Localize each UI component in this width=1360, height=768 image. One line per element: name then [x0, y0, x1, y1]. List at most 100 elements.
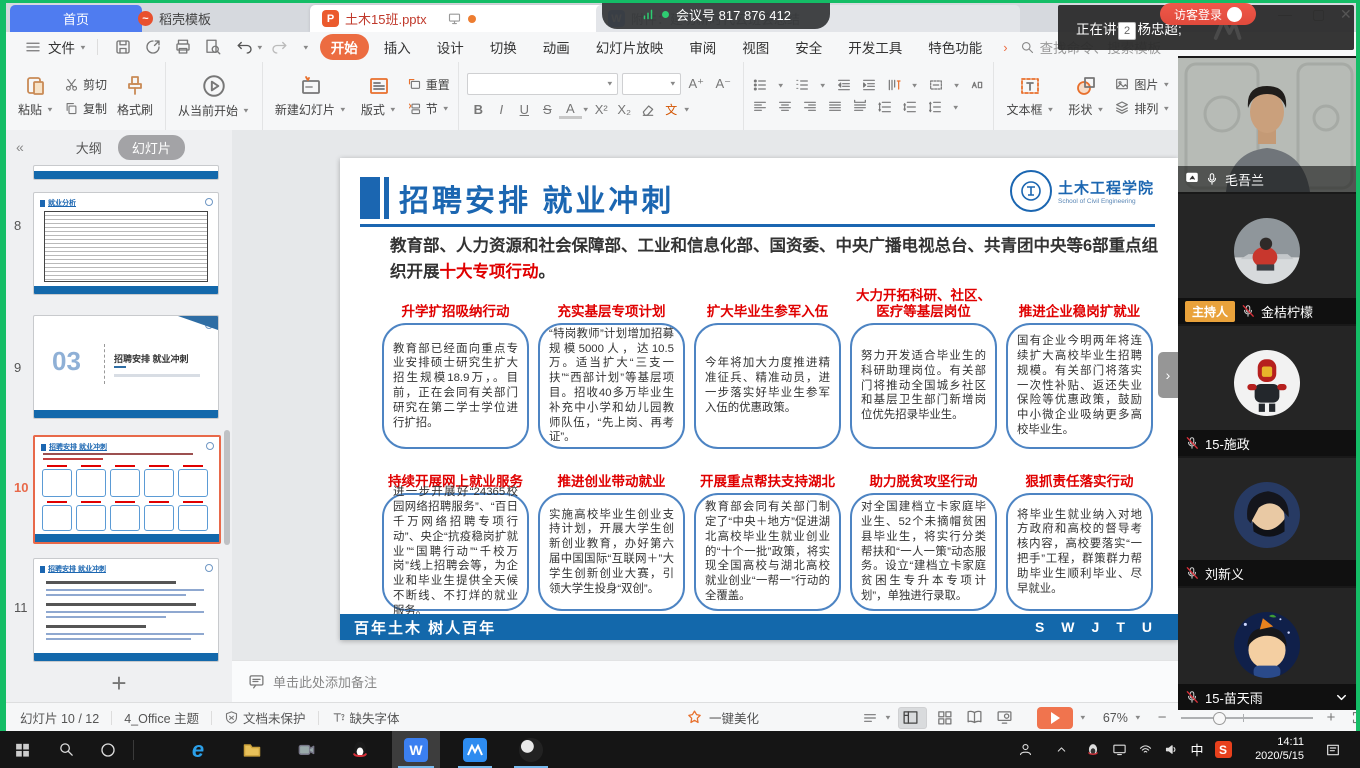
play-from-current-button[interactable]: 从当前开始▼ [174, 73, 254, 119]
tray-volume-icon[interactable] [1158, 731, 1184, 768]
action-box[interactable]: 升学扩招吸纳行动 教育部已经面向重点专业安排硕士研究生扩大招生规模18.9万，。… [382, 286, 529, 449]
file-explorer-button[interactable] [230, 731, 274, 768]
eraser-icon[interactable] [640, 102, 656, 118]
slide-title[interactable]: 招聘安排 就业冲刺 [399, 176, 674, 220]
zoom-slider-handle[interactable] [1213, 712, 1226, 725]
ime-indicator[interactable]: 中 [1184, 731, 1210, 768]
slide-sorter-button[interactable] [933, 708, 957, 728]
underline-button[interactable]: U [513, 100, 536, 120]
tray-expand-button[interactable] [1048, 731, 1074, 768]
browser-app-button[interactable] [508, 731, 554, 768]
noteslist-icon[interactable] [862, 710, 878, 726]
ribbon-tab-幻灯片放映[interactable]: 幻灯片放映 [585, 34, 675, 60]
ribbon-tab-设计[interactable]: 设计 [426, 34, 475, 60]
textbox-button[interactable]: 文本框▼ [1002, 74, 1058, 118]
ribbon-tab-审阅[interactable]: 审阅 [678, 34, 727, 60]
ribbon-tab-安全[interactable]: 安全 [784, 34, 833, 60]
strikethrough-button[interactable]: S [536, 100, 559, 120]
ad-icon[interactable] [852, 99, 868, 115]
shapes-button[interactable]: 形状▼ [1064, 74, 1108, 118]
more-tabs-icon[interactable]: › [1003, 40, 1007, 55]
nlist-icon[interactable] [794, 77, 810, 93]
ribbon-tab-特色功能[interactable]: 特色功能 [917, 34, 993, 60]
slideshow-play-button[interactable] [1037, 707, 1073, 729]
window-count-badge[interactable]: 2 [1118, 22, 1136, 40]
cut-button[interactable]: 剪切 [64, 76, 107, 93]
chevron-down-icon[interactable] [1334, 690, 1349, 705]
ribbon-tab-视图[interactable]: 视图 [731, 34, 780, 60]
preview-icon[interactable] [204, 38, 222, 56]
tray-people-button[interactable] [1010, 731, 1040, 768]
indl-icon[interactable] [836, 77, 852, 93]
guest-login-button[interactable]: 访客登录 [1160, 3, 1256, 25]
action-box[interactable]: 持续开展网上就业服务 进一步开展好“24365校园网络招聘服务”、“百日千万网络… [382, 456, 529, 611]
intro-text[interactable]: 教育部、人力资源和社会保障部、工业和信息化部、国资委、中央广播电视总台、共青团中… [390, 234, 1162, 285]
thumbnail-slide-11[interactable]: 招聘安排 就业冲刺 [33, 558, 219, 662]
bold-button[interactable]: B [467, 100, 490, 120]
ar-icon[interactable] [802, 99, 818, 115]
paste-button[interactable]: 粘贴▼ [14, 74, 58, 118]
normal-view-button[interactable] [898, 707, 927, 729]
ribbon-tab-开始[interactable]: 开始 [320, 34, 369, 60]
ribbon-tab-切换[interactable]: 切换 [479, 34, 528, 60]
file-menu[interactable]: 文件 [48, 37, 75, 57]
notification-center-button[interactable] [1316, 731, 1350, 768]
taskbar-search-button[interactable] [46, 731, 86, 768]
qq-button[interactable] [338, 731, 382, 768]
school-logo[interactable]: 土木工程学院 School of Civil Engineering [1010, 170, 1154, 212]
protection-status[interactable]: 文档未保护 [243, 708, 306, 727]
ud2-icon[interactable] [902, 99, 918, 115]
superscript-button[interactable]: X² [590, 100, 613, 120]
section-button[interactable]: 节▼ [407, 100, 450, 117]
indr-icon[interactable] [861, 77, 877, 93]
increase-font-button[interactable]: A⁺ [685, 74, 708, 94]
ribbon-tab-动画[interactable]: 动画 [532, 34, 581, 60]
format-painter-button[interactable]: 格式刷 [113, 74, 157, 118]
presenter-view-button[interactable] [993, 708, 1017, 728]
expand-panel-button[interactable]: › [1158, 352, 1178, 398]
edge-button[interactable]: e [176, 731, 220, 768]
undo-icon[interactable] [236, 38, 254, 56]
picture-button[interactable]: 图片▼ [1114, 76, 1170, 93]
thumbnail-slide-9[interactable]: 03 招聘安排 就业冲刺 [33, 315, 219, 419]
thumbnail-slide-8[interactable]: 就业分析 [33, 192, 219, 295]
taskbar-clock[interactable]: 14:11 2020/5/15 [1255, 735, 1304, 764]
decrease-font-button[interactable]: A⁻ [712, 74, 735, 94]
tray-qq-icon[interactable] [1080, 731, 1106, 768]
aj-icon[interactable] [827, 99, 843, 115]
tdir-icon[interactable] [886, 77, 902, 93]
tab-docer[interactable]: ~ 稻壳模板 [126, 5, 326, 32]
participant-tile[interactable]: 15-施政 [1178, 324, 1356, 456]
action-box[interactable]: 狠抓责任落实行动 将毕业生就业纳入对地方政府和高校的督导考核内容，高校要落实“一… [1006, 456, 1153, 611]
tab-home[interactable]: 首页 [10, 5, 142, 32]
tab-slides[interactable]: 幻灯片 [118, 135, 185, 160]
capture-app-button[interactable] [284, 731, 328, 768]
cortana-button[interactable] [88, 731, 128, 768]
participant-tile[interactable]: 主持人金桔柠檬 [1178, 192, 1356, 324]
wps-taskbar-button[interactable]: W [392, 731, 440, 768]
ab-icon[interactable] [969, 77, 985, 93]
ribbon-tab-开发工具[interactable]: 开发工具 [837, 34, 913, 60]
zoom-slider[interactable] [1181, 717, 1313, 719]
ud-icon[interactable] [877, 99, 893, 115]
collapse-panel-button[interactable]: « [16, 139, 24, 155]
al-icon[interactable] [752, 99, 768, 115]
tray-network-icon[interactable] [1132, 731, 1158, 768]
action-box[interactable]: 扩大毕业生参军入伍 今年将加大力度推进精准征兵、精准动员，进一步落实好毕业生参军… [694, 286, 841, 449]
thumbnail-slide-7[interactable] [33, 165, 219, 180]
chevron-down-icon[interactable]: ▼ [256, 43, 264, 50]
layout-button[interactable]: 版式▼ [357, 74, 401, 118]
chevron-down-icon[interactable]: ▼ [582, 106, 590, 113]
subscript-button[interactable]: X₂ [613, 100, 636, 120]
participant-tile[interactable]: 15-苗天雨 [1178, 586, 1356, 710]
tray-display-icon[interactable] [1106, 731, 1132, 768]
redo-icon[interactable] [270, 38, 288, 56]
slide[interactable]: 招聘安排 就业冲刺 土木工程学院 School of Civil Enginee… [340, 158, 1178, 640]
reading-view-button[interactable] [963, 708, 987, 728]
slide-footer[interactable]: 百年土木 树人百年 SWJTU [340, 614, 1178, 640]
close-button[interactable]: ✕ [1340, 6, 1352, 23]
tab-document-active[interactable]: P 土木15班.pptx [310, 5, 612, 32]
sogou-tray-icon[interactable]: S [1210, 731, 1236, 768]
font-family-select[interactable]: ▼ [467, 73, 618, 95]
ac-icon[interactable] [777, 99, 793, 115]
